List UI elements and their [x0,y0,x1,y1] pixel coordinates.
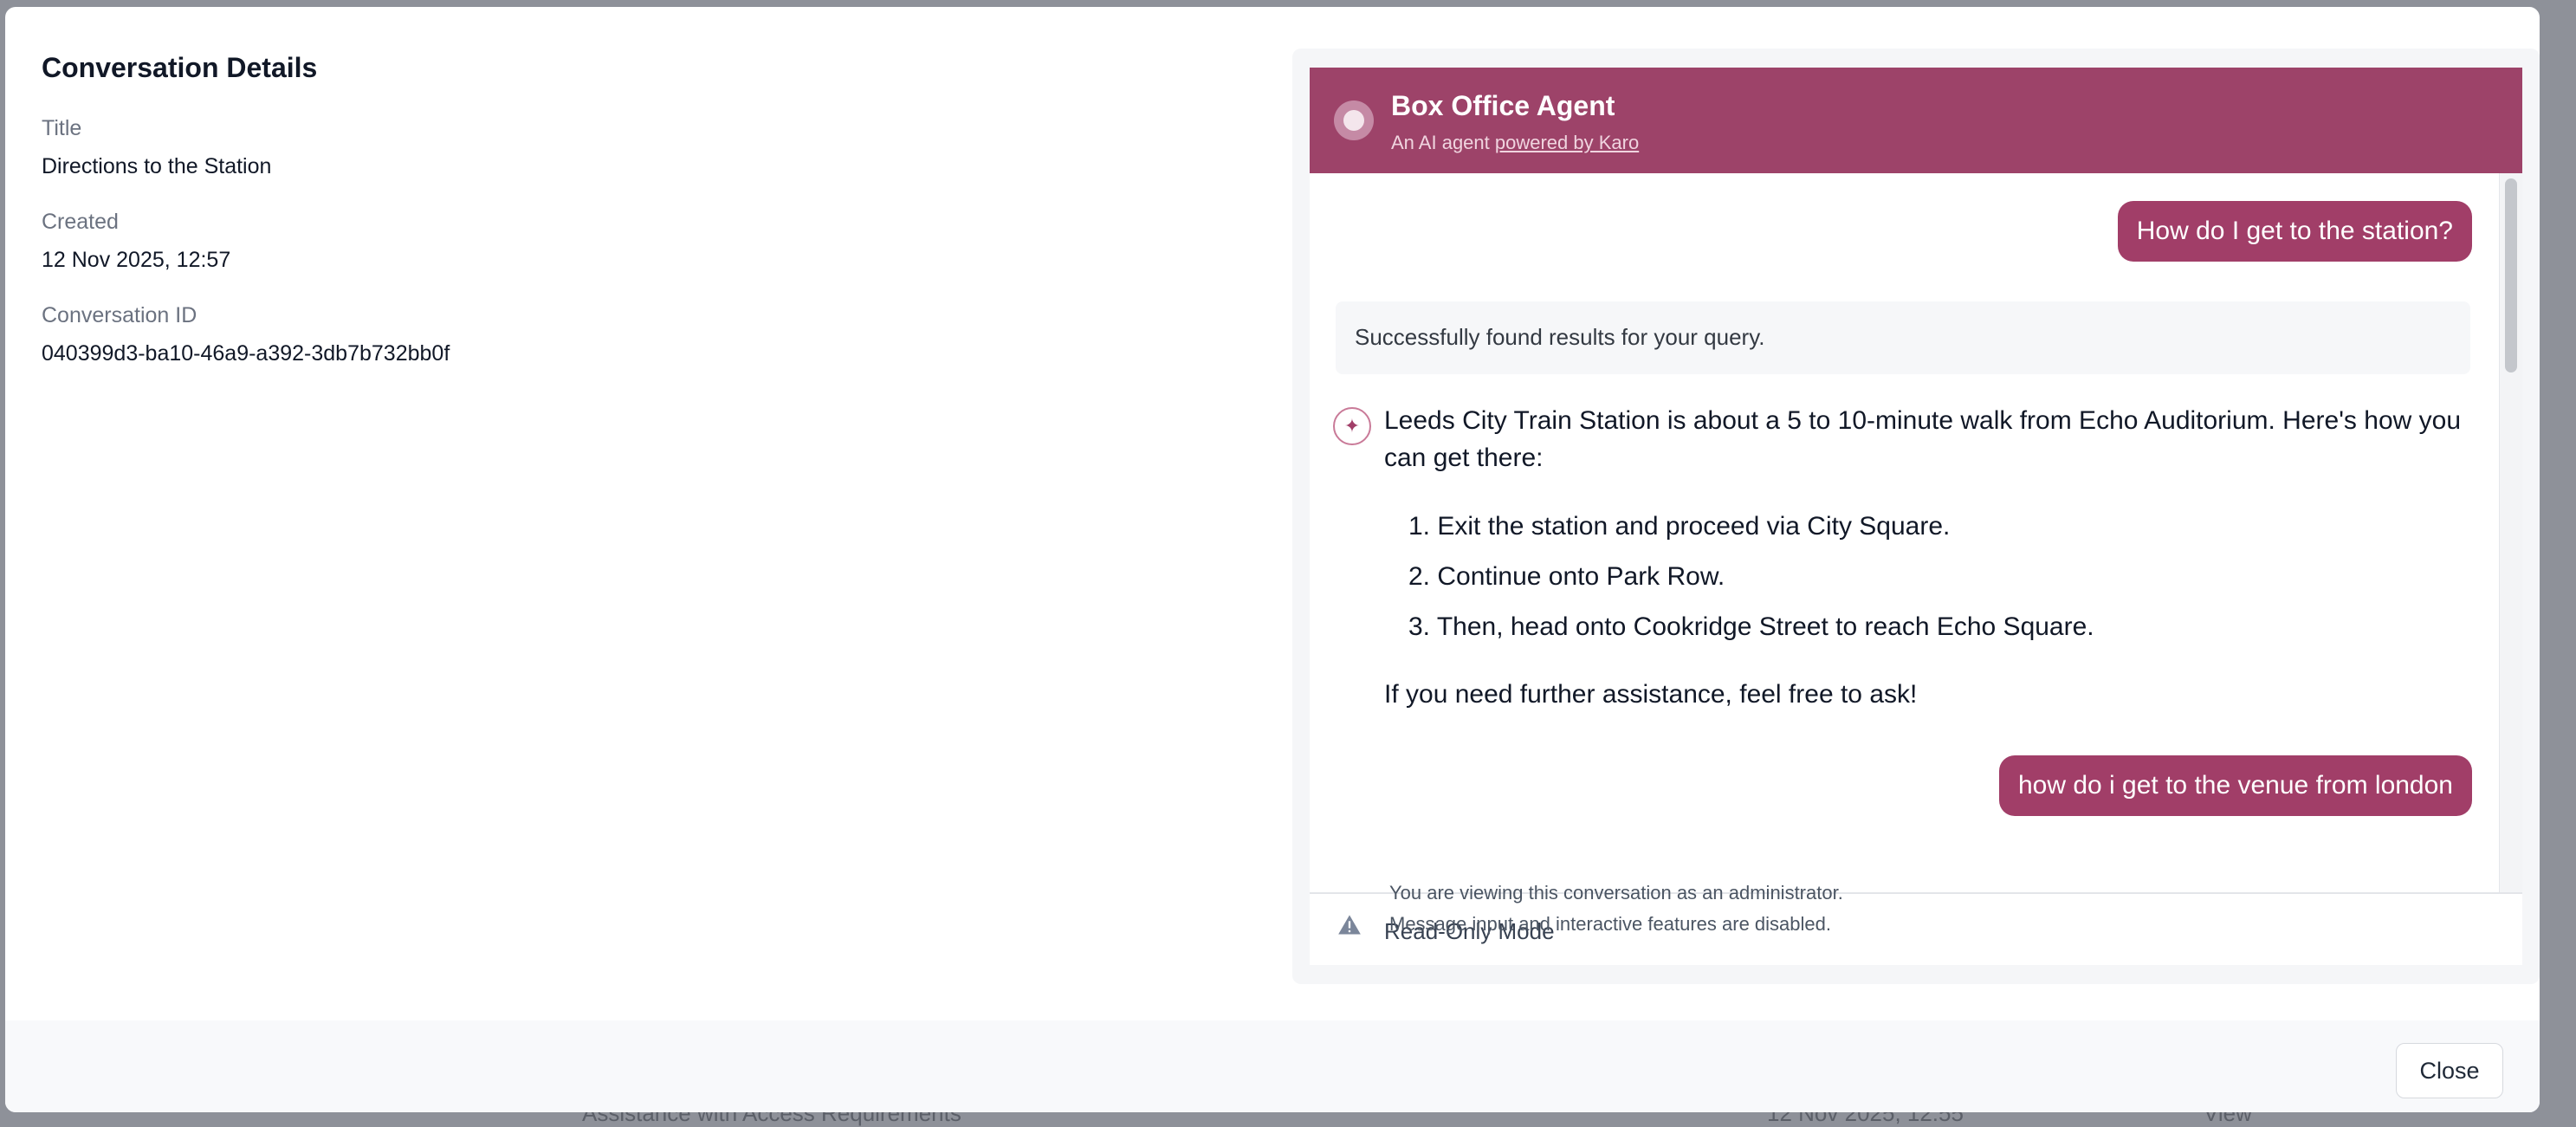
conversation-id-label: Conversation ID [42,303,197,327]
ai-message-line: Leeds City Train Station is about a 5 to… [1384,406,2462,435]
created-label: Created [42,210,119,234]
agent-avatar-icon [1334,100,1374,140]
conversation-id-value: 040399d3-ba10-46a9-a392-3db7b732bb0f [42,341,450,366]
read-only-line: Message input and interactive features a… [1389,913,1831,935]
agent-subtitle-prefix: An AI agent [1391,132,1495,153]
agent-name: Box Office Agent [1391,90,1615,121]
sparkle-icon: ✦ [1333,407,1371,445]
ai-step-item: 3. Then, head onto Cookridge Street to r… [1408,612,2094,641]
ai-message-line: If you need further assistance, feel fre… [1384,680,1918,709]
status-text: Successfully found results for your quer… [1355,324,1765,350]
modal-footer: Close [5,1020,2540,1112]
powered-by-link[interactable]: powered by Karo [1495,132,1639,153]
chat-preview-panel: Box Office Agent An AI agent powered by … [1292,49,2540,984]
conversation-details-modal: Conversation Details Title Directions to… [5,7,2540,1112]
scrollbar-thumb[interactable] [2505,178,2517,372]
read-only-line: You are viewing this conversation as an … [1389,882,1843,904]
ai-step-item: 2. Continue onto Park Row. [1408,562,1725,591]
close-button[interactable]: Close [2396,1043,2503,1098]
created-value: 12 Nov 2025, 12:57 [42,248,231,272]
modal-title: Conversation Details [42,52,318,83]
warning-icon [1338,915,1361,935]
title-value: Directions to the Station [42,154,272,178]
message-scrollbar[interactable] [2499,173,2522,892]
title-label: Title [42,116,82,140]
user-message: How do I get to the station? [2117,201,2472,262]
ai-step-item: 1. Exit the station and proceed via City… [1408,512,1951,541]
status-message: Successfully found results for your quer… [1336,301,2470,374]
ai-message-line: can get there: [1384,444,1544,472]
agent-subtitle: An AI agent powered by Karo [1391,132,1639,154]
chat-window: Box Office Agent An AI agent powered by … [1310,68,2522,965]
user-message: how do i get to the venue from london [1998,755,2472,816]
chat-header: Box Office Agent An AI agent powered by … [1310,68,2522,173]
message-list[interactable]: How do I get to the station? Successfull… [1310,173,2522,892]
